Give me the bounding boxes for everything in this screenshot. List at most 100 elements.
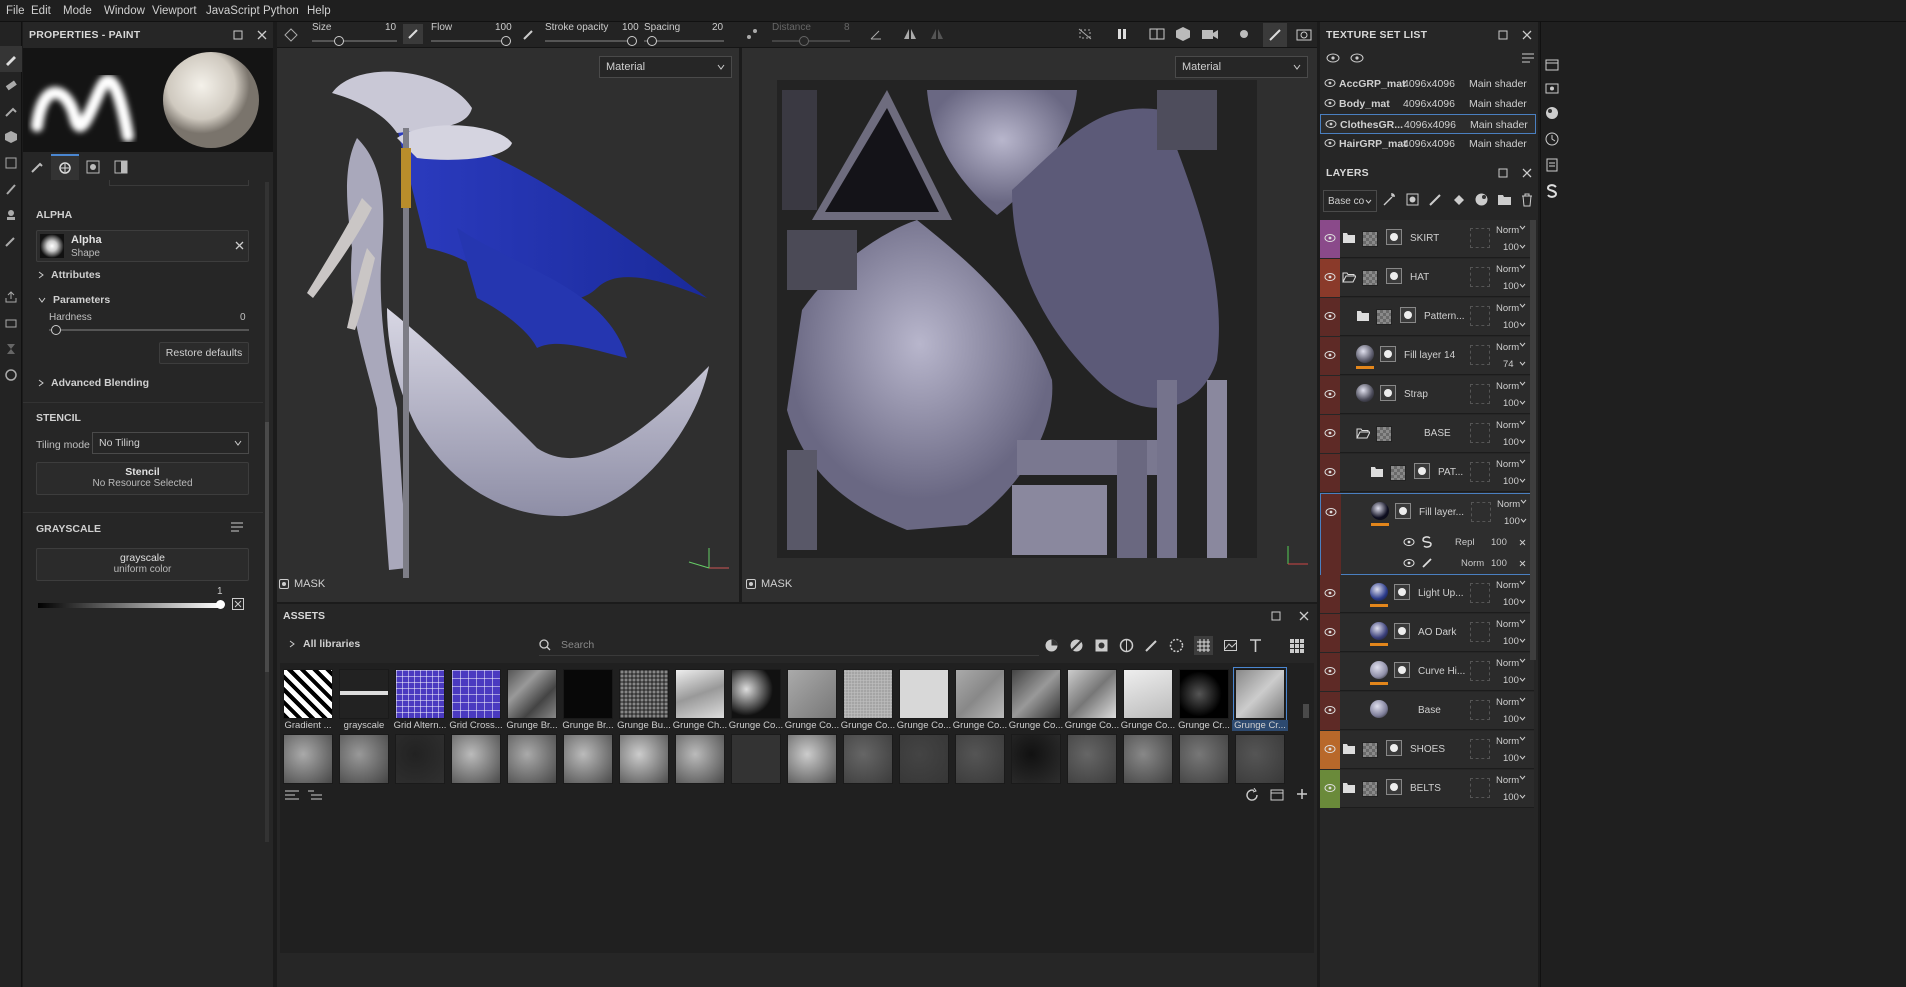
layer-blend-mode[interactable]: Norm: [1496, 381, 1519, 392]
layer-content-thumbnail[interactable]: [1376, 426, 1392, 442]
chevron-down-icon[interactable]: [1519, 478, 1526, 483]
eye-icon[interactable]: [1403, 558, 1415, 568]
layer-mask-thumbnail[interactable]: [1395, 503, 1411, 519]
delete-layer-icon[interactable]: [1520, 192, 1534, 207]
spacing-value[interactable]: 20: [712, 22, 723, 33]
layer-mask-thumbnail[interactable]: [1400, 307, 1416, 323]
hardness-slider[interactable]: [49, 329, 249, 331]
size-value[interactable]: 10: [385, 22, 396, 33]
fill-layer-thumbnail[interactable]: [1370, 700, 1388, 718]
close-icon[interactable]: [1299, 611, 1309, 621]
close-icon[interactable]: [257, 30, 267, 40]
chevron-down-icon[interactable]: [1519, 361, 1526, 366]
menu-edit[interactable]: Edit: [31, 5, 65, 17]
close-icon[interactable]: [1522, 30, 1532, 40]
chevron-down-icon[interactable]: [1519, 794, 1526, 799]
menu-help[interactable]: Help: [307, 5, 345, 17]
smudge-tool-icon[interactable]: [0, 176, 22, 202]
menu-mode[interactable]: Mode: [63, 5, 106, 17]
chevron-down-icon[interactable]: [1519, 755, 1526, 760]
asset-thumbnail[interactable]: [339, 734, 389, 784]
layer-opacity[interactable]: 100: [1503, 320, 1519, 331]
layer-name[interactable]: Fill layer 14: [1404, 350, 1468, 361]
layer-name[interactable]: Pattern...: [1424, 311, 1468, 322]
layer-content-thumbnail[interactable]: [1362, 742, 1378, 758]
add-smart-material-icon[interactable]: [1474, 192, 1489, 207]
alpha-resource-slot[interactable]: Alpha Shape: [36, 230, 249, 262]
lazy-distance-icon[interactable]: [745, 27, 759, 41]
split-view-icon[interactable]: [1149, 27, 1165, 41]
chevron-down-icon[interactable]: [1519, 439, 1526, 444]
eye-icon[interactable]: [1403, 537, 1415, 547]
add-paint-layer-icon[interactable]: [1428, 192, 1443, 207]
character-model-render[interactable]: [277, 48, 739, 602]
fill-layer-thumbnail[interactable]: [1370, 622, 1388, 640]
properties-scrollbar[interactable]: [265, 182, 269, 842]
asset-thumbnail[interactable]: [1235, 734, 1285, 784]
shelf-dock-icon[interactable]: [1541, 52, 1563, 78]
chevron-down-icon[interactable]: [1519, 658, 1526, 663]
chevron-down-icon[interactable]: [1519, 264, 1526, 269]
layer-blend-mode[interactable]: Norm: [1496, 303, 1519, 314]
layer-row[interactable]: Strap Norm 100: [1320, 376, 1534, 414]
chevron-down-icon[interactable]: [1520, 518, 1527, 523]
layer-opacity[interactable]: 100: [1503, 242, 1519, 253]
fill-layer-thumbnail[interactable]: [1356, 345, 1374, 363]
eye-icon[interactable]: [1350, 52, 1364, 64]
chevron-down-icon[interactable]: [1519, 322, 1526, 327]
pause-icon[interactable]: [1115, 27, 1129, 41]
asset-thumbnail[interactable]: [1233, 667, 1287, 721]
asset-thumbnail[interactable]: [955, 734, 1005, 784]
layer-mask-thumbnail[interactable]: [1386, 740, 1402, 756]
assets-search-input[interactable]: Search: [539, 634, 1039, 656]
layer-opacity[interactable]: 100: [1503, 398, 1519, 409]
hourglass-icon[interactable]: [0, 336, 22, 362]
folder-icon[interactable]: [1342, 743, 1356, 755]
chevron-down-icon[interactable]: [1519, 599, 1526, 604]
new-window-icon[interactable]: [1270, 788, 1284, 802]
layer-content-thumbnail[interactable]: [1376, 309, 1392, 325]
layer-name[interactable]: Light Up...: [1418, 588, 1468, 599]
menu-viewport[interactable]: Viewport: [152, 5, 211, 17]
layer-content-thumbnail[interactable]: [1362, 231, 1378, 247]
asset-thumbnail[interactable]: [1067, 734, 1117, 784]
layer-row[interactable]: Fill layer 14 Norm 74: [1320, 337, 1534, 375]
polygon-fill-icon[interactable]: [0, 150, 22, 176]
layer-opacity[interactable]: 100: [1503, 753, 1519, 764]
list-menu-icon[interactable]: [231, 522, 243, 533]
effect-opacity[interactable]: 100: [1491, 537, 1507, 548]
chevron-down-icon[interactable]: [1519, 225, 1526, 230]
history-icon[interactable]: [1541, 126, 1563, 152]
distance-slider[interactable]: [772, 40, 850, 42]
lighting-icon[interactable]: [1237, 27, 1251, 41]
tab-alpha-icon[interactable]: [51, 154, 79, 180]
filter-smart-materials-icon[interactable]: [1069, 638, 1084, 653]
layer-content-thumbnail[interactable]: [1390, 465, 1406, 481]
refresh-icon[interactable]: [1245, 788, 1259, 802]
chevron-down-icon[interactable]: [1519, 420, 1526, 425]
asset-thumbnail[interactable]: [955, 669, 1005, 719]
layer-name[interactable]: HAT: [1410, 272, 1468, 283]
substance-filter-icon[interactable]: [1421, 536, 1433, 548]
tab-stencil-icon[interactable]: [79, 154, 107, 180]
asset-thumbnail[interactable]: [1123, 669, 1173, 719]
asset-thumbnail[interactable]: [787, 734, 837, 784]
viewport-3d[interactable]: Material MASK: [277, 48, 739, 602]
export-icon[interactable]: [0, 284, 22, 310]
layer-opacity[interactable]: 100: [1503, 437, 1519, 448]
layer-blend-mode[interactable]: Norm: [1496, 264, 1519, 275]
filter-brushes-icon[interactable]: [1144, 638, 1159, 653]
layer-row[interactable]: AO Dark Norm 100: [1320, 614, 1534, 652]
parameters-expander[interactable]: Parameters: [38, 294, 110, 306]
chevron-down-icon[interactable]: [1519, 303, 1526, 308]
layer-opacity[interactable]: 100: [1503, 281, 1519, 292]
remove-effect-icon[interactable]: [1519, 539, 1526, 546]
layer-content-thumbnail[interactable]: [1362, 781, 1378, 797]
folder-icon[interactable]: [1356, 427, 1370, 439]
viewport-3d-material-select[interactable]: Material: [599, 56, 732, 78]
filter-environments-icon[interactable]: [1223, 638, 1238, 653]
layer-row[interactable]: Curve Hi... Norm 100: [1320, 653, 1534, 691]
asset-thumbnail[interactable]: [507, 669, 557, 719]
layer-mask-thumbnail[interactable]: [1394, 584, 1410, 600]
layer-name[interactable]: Base: [1418, 705, 1468, 716]
